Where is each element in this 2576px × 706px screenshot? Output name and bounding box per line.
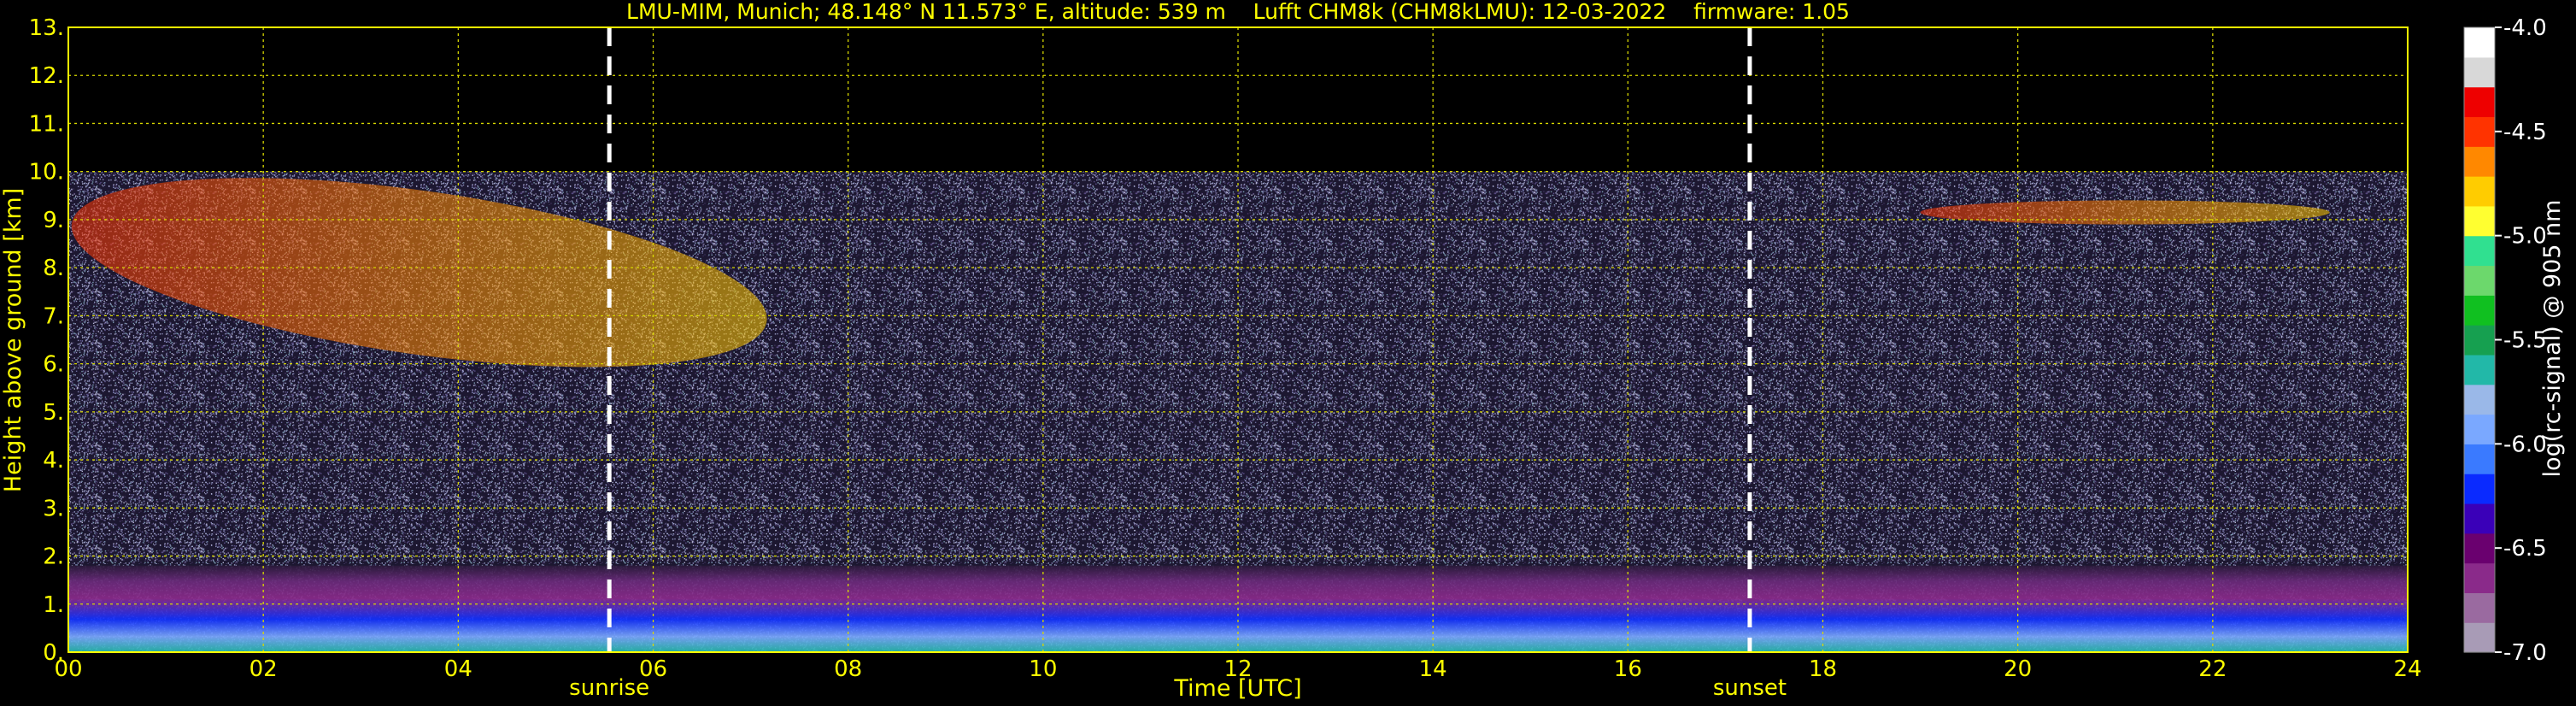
- colorbar-tick-label: -6.5: [2503, 536, 2547, 562]
- y-tick-label: 8.: [43, 256, 64, 281]
- x-tick-label: 04: [444, 656, 472, 682]
- x-tick-label: 02: [249, 656, 278, 682]
- y-tick-label: 6.: [43, 352, 64, 378]
- x-tick-label: 20: [2004, 656, 2032, 682]
- x-tick-label: 16: [1614, 656, 1642, 682]
- ceilometer-chart: 00 02 04 06 08 10 12 14 16 18 20 22 24 0.1.2.3.4.5.6…: [0, 0, 2576, 706]
- colorbar-label: log(rc-signal) @ 905 nm: [2539, 200, 2566, 478]
- x-tick-label: 24: [2393, 656, 2421, 682]
- x-axis-label: Time [UTC]: [1173, 675, 1301, 702]
- colorbar-segment: [2464, 146, 2495, 177]
- colorbar-tick-label: -4.5: [2503, 120, 2547, 145]
- y-tick-label: 9.: [43, 208, 64, 233]
- colorbar-segment: [2464, 295, 2495, 326]
- colorbar-segment: [2464, 474, 2495, 504]
- colorbar-tick-label: -7.0: [2503, 640, 2547, 666]
- chart-title: LMU-MIM, Munich; 48.148° N 11.573° E, al…: [626, 0, 1850, 24]
- y-tick-label: 12.: [29, 63, 64, 89]
- colorbar-segment: [2464, 235, 2495, 267]
- colorbar-tick-label: -4.0: [2503, 15, 2547, 41]
- colorbar-segment: [2464, 503, 2495, 534]
- y-tick-label: 7.: [43, 303, 64, 329]
- event-label: sunrise: [569, 675, 649, 701]
- colorbar-segment: [2464, 265, 2495, 296]
- y-tick-label: 10.: [29, 160, 64, 185]
- x-tick-label: 14: [1419, 656, 1447, 682]
- colorbar-segment: [2464, 354, 2495, 385]
- colorbar-segment: [2464, 444, 2495, 474]
- y-tick-label: 13.: [29, 15, 64, 41]
- colorbar-segment: [2464, 27, 2495, 58]
- colorbar-segment: [2464, 532, 2495, 564]
- event-label: sunset: [1713, 675, 1787, 701]
- colorbar-segment: [2464, 325, 2495, 356]
- x-tick-label: 22: [2198, 656, 2227, 682]
- y-tick-label: 11.: [29, 111, 64, 137]
- colorbar-segment: [2464, 86, 2495, 118]
- x-tick-label: 18: [1809, 656, 1837, 682]
- signal-layer: [1920, 200, 2330, 225]
- y-axis-label: Height above ground [km]: [0, 188, 26, 492]
- colorbar-segment: [2464, 176, 2495, 207]
- y-tick-label: 4.: [43, 448, 64, 474]
- colorbar-segment: [2464, 622, 2495, 653]
- colorbar-segment: [2464, 116, 2495, 147]
- colorbar-segment: [2464, 562, 2495, 593]
- colorbar-segment: [2464, 592, 2495, 623]
- y-tick-label: 1.: [43, 592, 64, 618]
- y-tick-label: 2.: [43, 544, 64, 570]
- y-tick-label: 0.: [43, 640, 64, 666]
- colorbar-segment: [2464, 384, 2495, 415]
- colorbar-segment: [2464, 56, 2495, 88]
- colorbar-segment: [2464, 205, 2495, 237]
- y-tick-label: 5.: [43, 400, 64, 426]
- y-tick-label: 3.: [43, 496, 64, 521]
- x-tick-label: 10: [1029, 656, 1057, 682]
- x-tick-label: 08: [834, 656, 862, 682]
- colorbar-segment: [2464, 414, 2495, 444]
